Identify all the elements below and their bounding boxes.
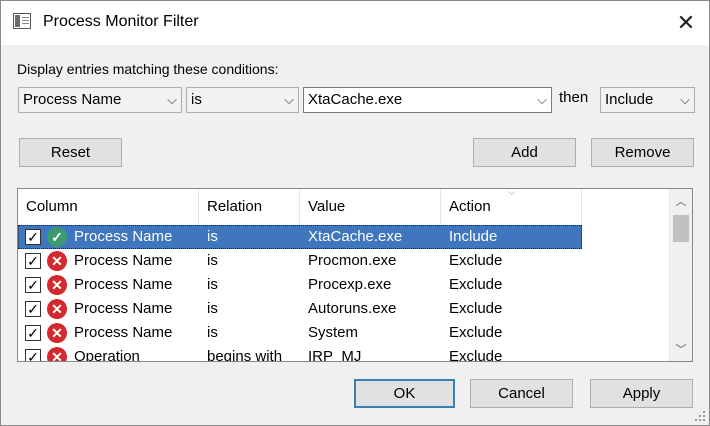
cell-column: Process Name — [74, 324, 173, 341]
chevron-down-icon: ⌵ — [167, 92, 177, 107]
cell-column: Operation — [74, 348, 140, 362]
cell-relation: is — [207, 228, 218, 245]
chevron-down-icon: ⌵ — [284, 92, 294, 107]
scroll-down-icon[interactable]: ﹀ — [670, 341, 692, 357]
relation-dropdown-value: is — [191, 91, 202, 108]
row-checkbox[interactable]: ✓ — [25, 229, 41, 245]
close-icon[interactable]: ✕ — [663, 1, 709, 45]
exclude-icon: ✕ — [47, 323, 67, 343]
row-checkbox[interactable]: ✓ — [25, 325, 41, 341]
cell-value: System — [308, 324, 359, 341]
table-row[interactable]: ✓ ✕ Process Name is Procexp.exe Exclude — [18, 273, 582, 297]
cell-relation: begins with — [207, 348, 283, 362]
row-checkbox[interactable]: ✓ — [25, 349, 41, 361]
exclude-icon: ✕ — [47, 275, 67, 295]
cancel-button[interactable]: Cancel — [470, 379, 573, 408]
conditions-label: Display entries matching these condition… — [17, 61, 279, 77]
table-row[interactable]: ✓ ✕ Process Name is System Exclude — [18, 321, 582, 345]
cell-column: Process Name — [74, 228, 173, 245]
relation-dropdown[interactable]: is ⌵ — [186, 87, 299, 113]
exclude-icon: ✕ — [47, 251, 67, 271]
exclude-icon: ✕ — [47, 299, 67, 319]
cell-value: Autoruns.exe — [308, 300, 397, 317]
scroll-up-icon[interactable]: ︿ — [670, 193, 692, 209]
cell-relation: is — [207, 300, 218, 317]
ok-button[interactable]: OK — [354, 379, 455, 408]
window-title: Process Monitor Filter — [43, 13, 199, 30]
scrollbar-thumb[interactable] — [673, 215, 689, 242]
row-checkbox[interactable]: ✓ — [25, 253, 41, 269]
exclude-icon: ✕ — [47, 347, 67, 361]
cell-action: Exclude — [449, 252, 503, 269]
action-dropdown-value: Include — [605, 91, 654, 108]
column-dropdown-value: Process Name — [23, 91, 122, 108]
title-bar: Process Monitor Filter ✕ — [1, 1, 709, 45]
app-icon — [13, 13, 31, 29]
cell-value: Procmon.exe — [308, 252, 397, 269]
column-dropdown[interactable]: Process Name ⌵ — [18, 87, 182, 113]
sort-indicator-icon: ⌵ — [508, 188, 516, 198]
cell-value: XtaCache.exe — [308, 228, 403, 245]
list-header: Column Relation Value Action ⌵ — [18, 188, 582, 225]
cell-value: Procexp.exe — [308, 276, 392, 293]
filter-dialog: Process Monitor Filter ✕ Display entries… — [0, 0, 710, 426]
action-dropdown[interactable]: Include ⌵ — [600, 87, 695, 113]
cell-action: Exclude — [449, 348, 503, 362]
column-header-value[interactable]: Value — [300, 189, 441, 225]
cell-action: Exclude — [449, 324, 503, 341]
cell-column: Process Name — [74, 276, 173, 293]
column-header-column[interactable]: Column — [18, 189, 199, 225]
apply-button[interactable]: Apply — [590, 379, 693, 408]
cell-action: Exclude — [449, 276, 503, 293]
chevron-down-icon: ⌵ — [680, 92, 690, 107]
remove-button[interactable]: Remove — [591, 138, 694, 167]
table-row[interactable]: ✓ ✕ Process Name is Procmon.exe Exclude — [18, 249, 582, 273]
resize-grip-icon[interactable] — [695, 411, 707, 423]
cell-relation: is — [207, 324, 218, 341]
cell-value: IRP_MJ_ — [308, 348, 370, 362]
filter-list[interactable]: Column Relation Value Action ⌵ ✓ ✓ Process… — [17, 188, 693, 362]
row-checkbox[interactable]: ✓ — [25, 301, 41, 317]
cell-action: Include — [449, 228, 498, 245]
add-button[interactable]: Add — [473, 138, 576, 167]
value-combobox-text: XtaCache.exe — [308, 91, 403, 108]
then-label: then — [559, 89, 589, 106]
value-combobox[interactable]: XtaCache.exe ⌵ — [303, 87, 552, 113]
row-checkbox[interactable]: ✓ — [25, 277, 41, 293]
table-row[interactable]: ✓ ✕ Process Name is Autoruns.exe Exclude — [18, 297, 582, 321]
cell-action: Exclude — [449, 300, 503, 317]
reset-button[interactable]: Reset — [19, 138, 122, 167]
cell-column: Process Name — [74, 252, 173, 269]
cell-relation: is — [207, 276, 218, 293]
include-icon: ✓ — [47, 227, 67, 247]
cell-column: Process Name — [74, 300, 173, 317]
column-header-relation[interactable]: Relation — [199, 189, 300, 225]
vertical-scrollbar[interactable]: ︿ ﹀ — [669, 189, 692, 361]
chevron-down-icon: ⌵ — [537, 92, 547, 107]
cell-relation: is — [207, 252, 218, 269]
table-row[interactable]: ✓ ✓ Process Name is XtaCache.exe Include — [18, 225, 582, 249]
table-row[interactable]: ✓ ✕ Operation begins with IRP_MJ_ Exclude — [18, 345, 582, 362]
